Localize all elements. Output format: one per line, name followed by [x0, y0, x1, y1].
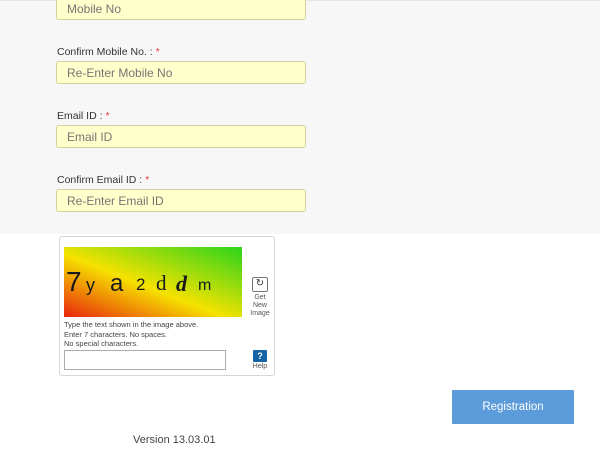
email-input[interactable]	[56, 125, 306, 148]
captcha-char: d	[156, 271, 167, 295]
captcha-char: y	[86, 275, 95, 295]
confirm-email-input[interactable]	[56, 189, 306, 212]
refresh-label: New	[252, 302, 267, 309]
captcha-instructions: Type the text shown in the image above. …	[64, 320, 199, 348]
refresh-icon[interactable]: ↻	[252, 277, 268, 292]
version-text: Version 13.03.01	[133, 434, 216, 446]
confirm-email-label: Confirm Email ID : *	[57, 174, 150, 186]
captcha-char: m	[198, 277, 211, 294]
captcha-image: 7 y a 2 d d m	[64, 247, 242, 317]
refresh-label: Get	[254, 294, 266, 301]
required-marker: *	[105, 110, 110, 122]
mobile-input[interactable]	[56, 0, 306, 20]
captcha-char: 2	[136, 275, 145, 294]
captcha-input[interactable]	[64, 350, 226, 370]
help-label: Help	[252, 363, 268, 370]
registration-form: Confirm Mobile No. : * Email ID : * Conf…	[0, 0, 600, 234]
registration-button[interactable]: Registration	[452, 390, 574, 424]
captcha-char: d	[176, 271, 188, 296]
captcha-char: a	[110, 270, 124, 297]
required-marker: *	[145, 174, 150, 186]
refresh-captcha[interactable]: ↻ Get New Image	[248, 277, 272, 318]
captcha-widget: 7 y a 2 d d m ↻ Get New Image Type the t…	[59, 236, 275, 376]
email-label: Email ID : *	[57, 110, 110, 122]
confirm-mobile-label: Confirm Mobile No. : *	[57, 46, 160, 58]
help-icon[interactable]: ?	[253, 350, 267, 362]
help-captcha[interactable]: ? Help	[248, 350, 272, 371]
captcha-char: 7	[66, 266, 82, 297]
refresh-label: Image	[250, 310, 270, 317]
confirm-mobile-input[interactable]	[56, 61, 306, 84]
required-marker: *	[155, 46, 160, 58]
